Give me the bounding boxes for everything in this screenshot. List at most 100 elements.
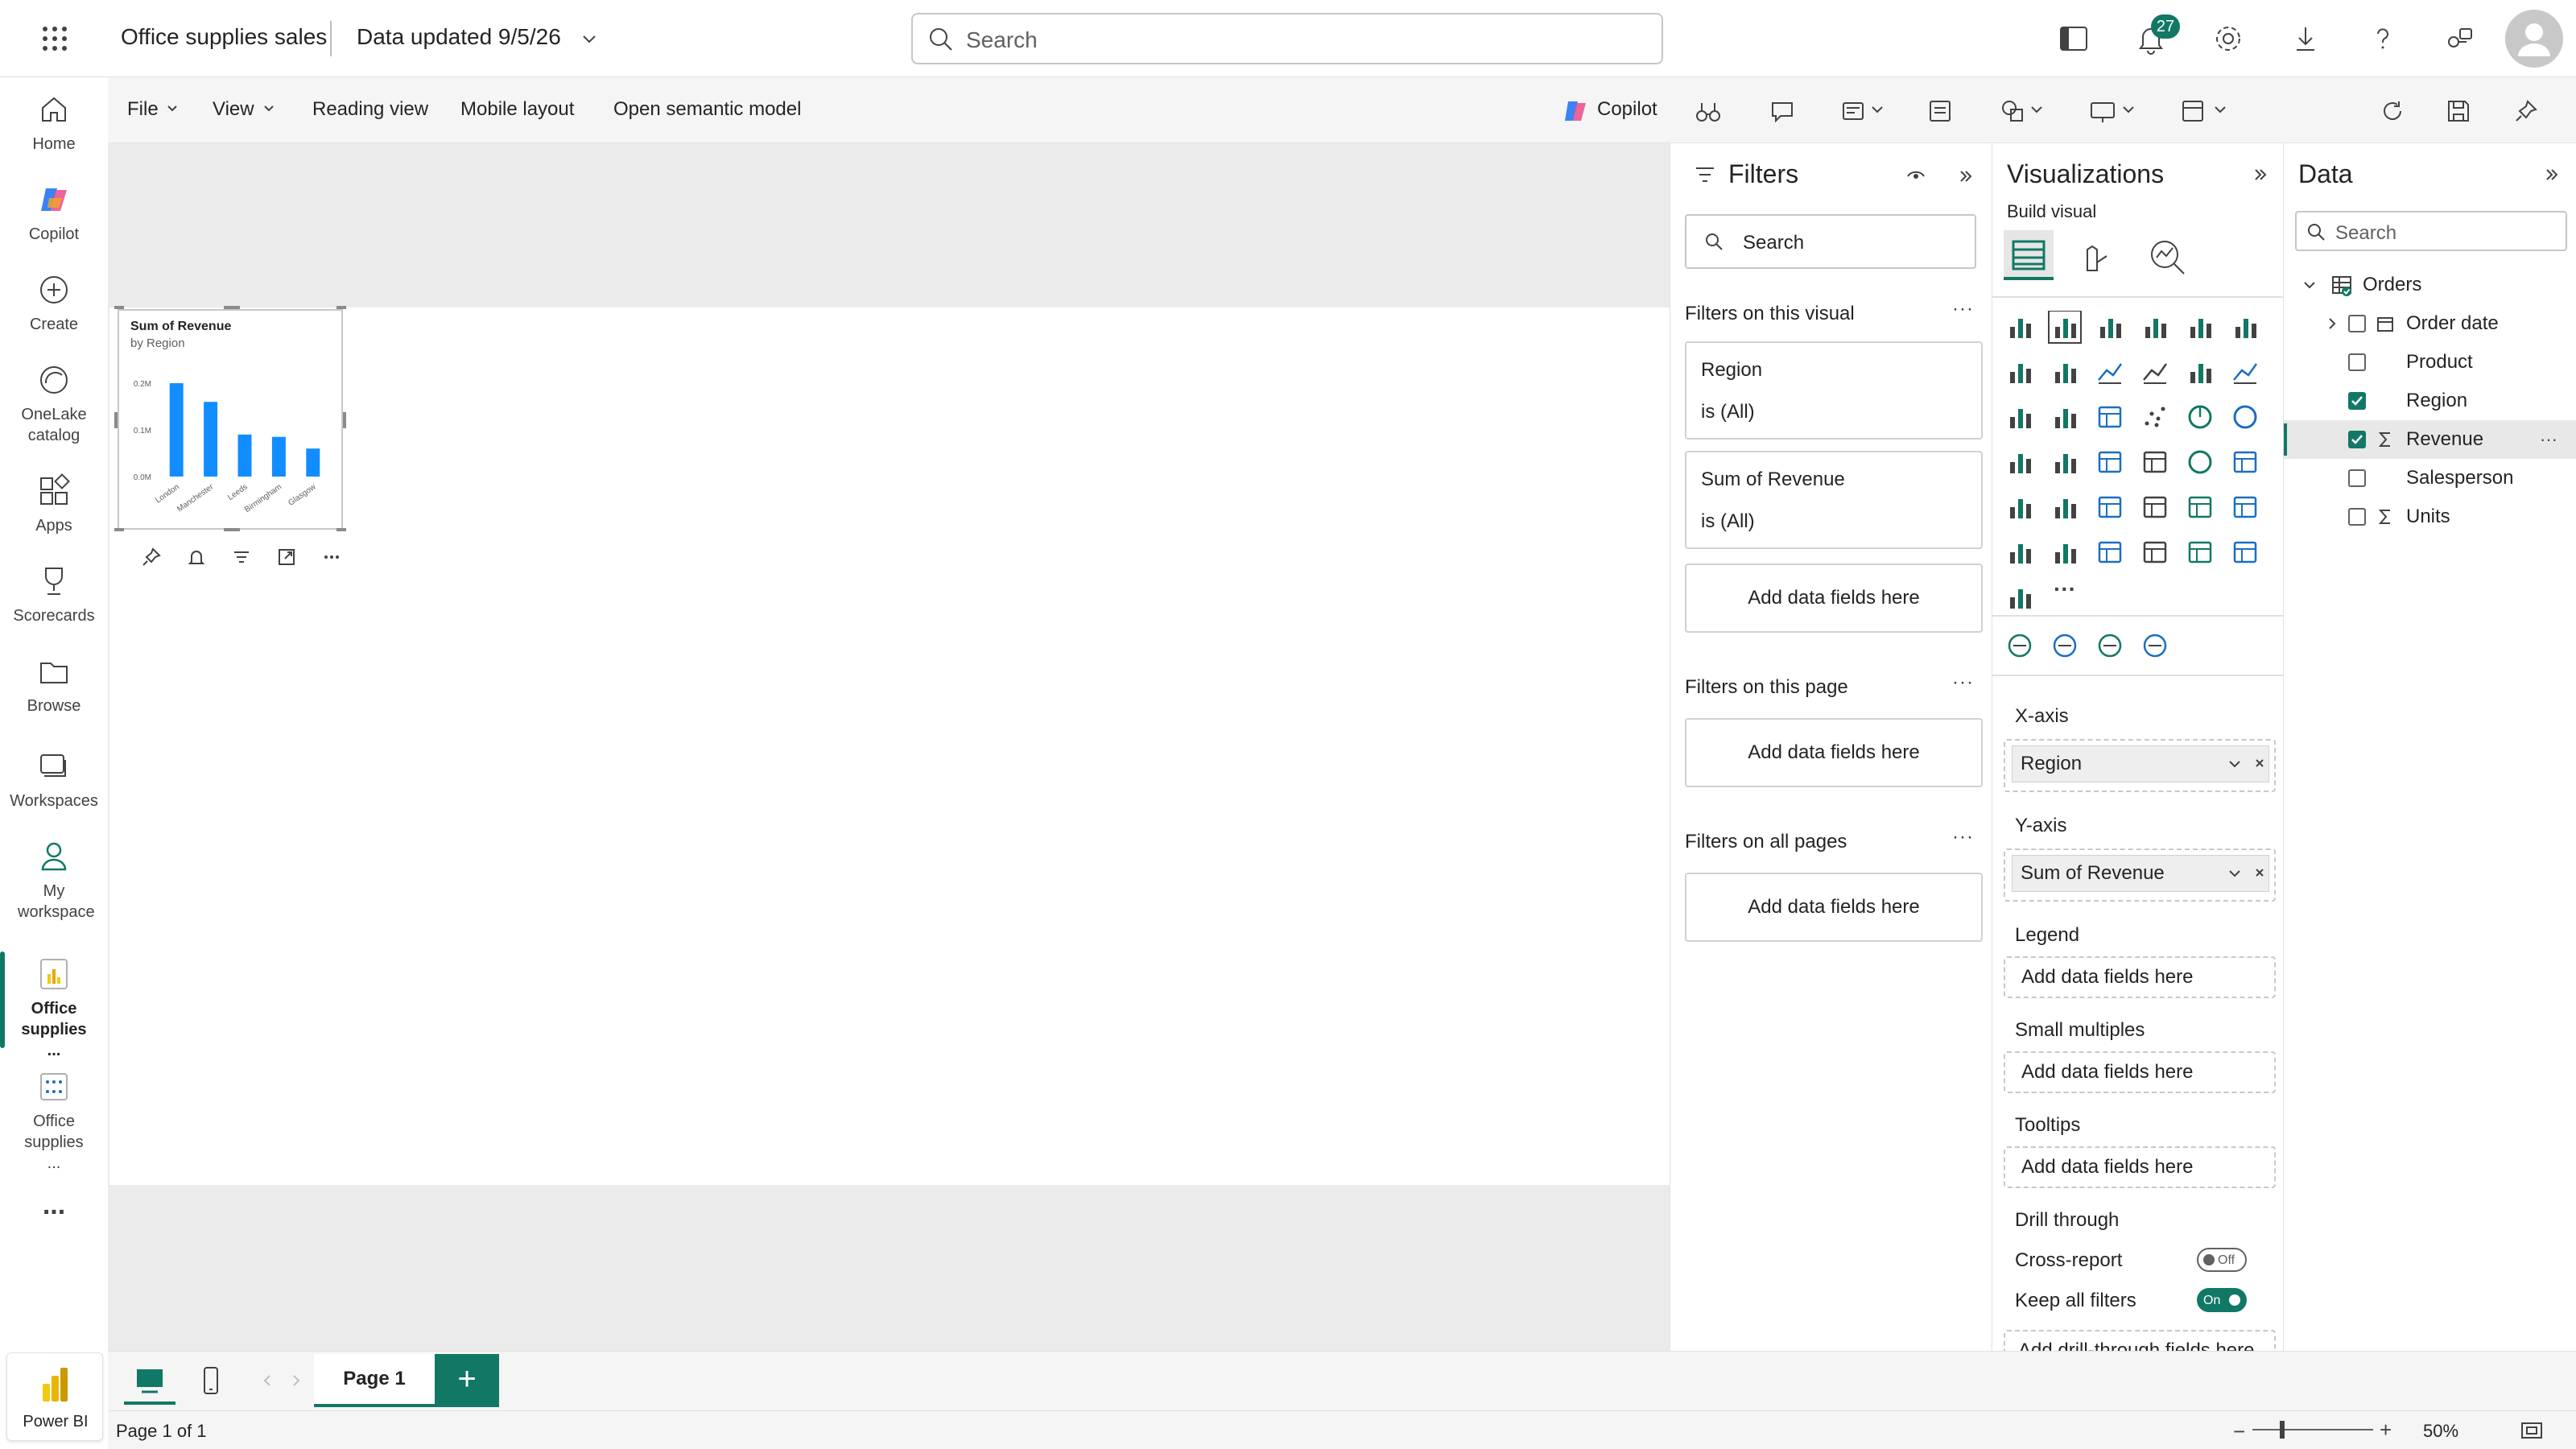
gauge-visual-icon[interactable]	[2188, 450, 2212, 474]
100-bar-visual-icon[interactable]	[2190, 319, 2211, 338]
legend-dropzone[interactable]: Add data fields here	[2004, 956, 2276, 998]
field-row-salesperson[interactable]: Salesperson	[2284, 459, 2576, 497]
visual-type-gallery[interactable]	[2004, 311, 2277, 665]
stacked-column-visual-icon[interactable]	[2048, 311, 2082, 344]
nav-browse[interactable]: Browse	[0, 652, 108, 716]
focus-mode-icon[interactable]	[275, 546, 298, 568]
keep-all-filters-toggle[interactable]: On	[2197, 1288, 2247, 1312]
nav-workspaces[interactable]: Workspaces	[0, 747, 108, 811]
nav-scorecards[interactable]: Scorecards	[0, 562, 108, 626]
more-options-icon[interactable]: ···	[1952, 826, 1974, 848]
more-options-icon[interactable]: ···	[1952, 671, 1974, 694]
zoom-in-button[interactable]: +	[2380, 1418, 2392, 1443]
line-clustered-visual-icon[interactable]	[2233, 363, 2258, 384]
bar-manchester[interactable]	[204, 402, 218, 477]
field-checkbox[interactable]	[2348, 508, 2366, 526]
data-updated-label[interactable]: Data updated 9/5/26	[357, 24, 561, 50]
treemap-visual-icon[interactable]	[2010, 454, 2031, 473]
chevron-down-icon[interactable]	[580, 29, 599, 48]
arcgis-map-visual-icon[interactable]	[2008, 634, 2032, 658]
add-report-filter-dropzone[interactable]: Add data fields here	[1685, 873, 1983, 942]
report-title[interactable]: Office supplies sales	[121, 24, 327, 50]
resize-handle[interactable]	[224, 528, 240, 531]
narrative-visual-icon[interactable]	[2143, 634, 2167, 658]
field-row-units[interactable]: Units	[2284, 497, 2576, 536]
scatter-visual-icon[interactable]	[2145, 407, 2165, 427]
collapse-filters-icon[interactable]	[1955, 166, 1976, 187]
resize-handle[interactable]	[114, 306, 124, 309]
more-options-icon[interactable]: ···	[2540, 420, 2557, 459]
matrix-visual-icon[interactable]	[2188, 496, 2212, 518]
custom-visuals-gallery[interactable]	[2004, 626, 2277, 667]
clustered-bar-visual-icon[interactable]	[2100, 319, 2121, 338]
help-icon[interactable]	[2362, 18, 2404, 60]
pie-visual-icon[interactable]	[2188, 405, 2212, 429]
area-visual-icon[interactable]	[2055, 364, 2076, 383]
map-visual-icon[interactable]	[2055, 454, 2076, 473]
filters-search-input[interactable]: Search	[1685, 214, 1976, 269]
resize-handle[interactable]	[224, 306, 240, 309]
zoom-out-button[interactable]: −	[2233, 1419, 2245, 1444]
copilot-button[interactable]: Copilot	[1597, 98, 1657, 121]
resize-handle[interactable]	[336, 528, 346, 531]
paginated-visual-icon[interactable]	[2188, 541, 2212, 564]
add-page-button[interactable]: +	[435, 1354, 499, 1407]
save-icon[interactable]	[2442, 95, 2475, 127]
binoculars-icon[interactable]	[1692, 95, 1724, 127]
clustered-column-visual-icon[interactable]	[2145, 319, 2166, 338]
pin-visual-icon[interactable]	[140, 546, 163, 568]
x-axis-well[interactable]: Region	[2004, 739, 2276, 792]
download-icon[interactable]	[2285, 18, 2326, 60]
remove-field-icon[interactable]	[2252, 865, 2267, 880]
slicer-visual-icon[interactable]	[2098, 496, 2122, 518]
azure-map-visual-icon[interactable]	[2143, 451, 2167, 473]
subscribe-icon[interactable]	[1837, 95, 1869, 127]
pin-icon[interactable]	[2510, 95, 2542, 127]
panel-toggle-icon[interactable]	[2053, 18, 2095, 60]
filter-icon[interactable]	[230, 546, 253, 568]
next-page-icon[interactable]	[290, 1373, 303, 1389]
nav-copilot[interactable]: Copilot	[0, 180, 108, 245]
nav-more-button[interactable]: ...	[0, 1191, 108, 1219]
power-automate-visual-icon[interactable]	[2010, 589, 2031, 609]
chevron-down-icon[interactable]	[2029, 101, 2045, 118]
resize-handle[interactable]	[336, 306, 346, 309]
table-visual-icon[interactable]	[2143, 496, 2167, 518]
table-orders[interactable]: Orders	[2284, 266, 2576, 304]
field-checkbox[interactable]	[2348, 469, 2366, 487]
card-visual-icon[interactable]	[2233, 451, 2257, 473]
resize-handle[interactable]	[343, 412, 346, 428]
settings-gear-icon[interactable]	[2207, 18, 2249, 60]
filter-card-sum-of-revenue[interactable]: Sum of Revenue is (All)	[1685, 451, 1983, 549]
small-multiples-dropzone[interactable]: Add data fields here	[2004, 1051, 2276, 1093]
filter-card-region[interactable]: Region is (All)	[1685, 341, 1983, 440]
bar-glasgow[interactable]	[306, 448, 320, 477]
file-menu[interactable]: File	[127, 98, 159, 121]
fit-to-page-icon[interactable]	[2520, 1419, 2544, 1442]
page-tab[interactable]: Page 1	[314, 1354, 435, 1407]
open-semantic-model-button[interactable]: Open semantic model	[613, 98, 801, 121]
zoom-slider-track[interactable]	[2252, 1429, 2373, 1430]
chevron-down-icon[interactable]	[2301, 277, 2318, 293]
revenue-by-region-chart[interactable]: Sum of Revenue by Region 0.2M 0.1M 0.0M Lo…	[121, 312, 340, 525]
app-launcher-icon[interactable]	[32, 18, 77, 60]
shapes-icon[interactable]	[1996, 95, 2029, 127]
report-page[interactable]	[109, 308, 1670, 1185]
r-visual-visual-icon[interactable]	[2233, 496, 2257, 518]
100-area-visual-icon[interactable]	[2143, 363, 2168, 384]
kpi-visual-icon[interactable]	[2055, 499, 2076, 518]
smart-narrative-visual-icon[interactable]	[2143, 541, 2167, 564]
goals-visual-icon[interactable]	[2098, 634, 2122, 658]
donut-visual-icon[interactable]	[2233, 405, 2257, 429]
chevron-down-icon[interactable]	[1869, 101, 1885, 118]
refresh-icon[interactable]	[2376, 95, 2409, 127]
view-menu[interactable]: View	[213, 98, 254, 121]
build-visual-tab[interactable]	[2004, 230, 2054, 280]
chevron-down-icon[interactable]	[2227, 865, 2243, 881]
bar-leeds[interactable]	[237, 434, 252, 477]
nav-onelake-catalog[interactable]: OneLake catalog	[0, 361, 108, 446]
field-row-product[interactable]: Product	[2284, 343, 2576, 382]
shape-map-visual-icon[interactable]	[2053, 634, 2077, 658]
multi-row-card-visual-icon[interactable]	[2010, 499, 2031, 518]
y-axis-well[interactable]: Sum of Revenue	[2004, 848, 2276, 902]
